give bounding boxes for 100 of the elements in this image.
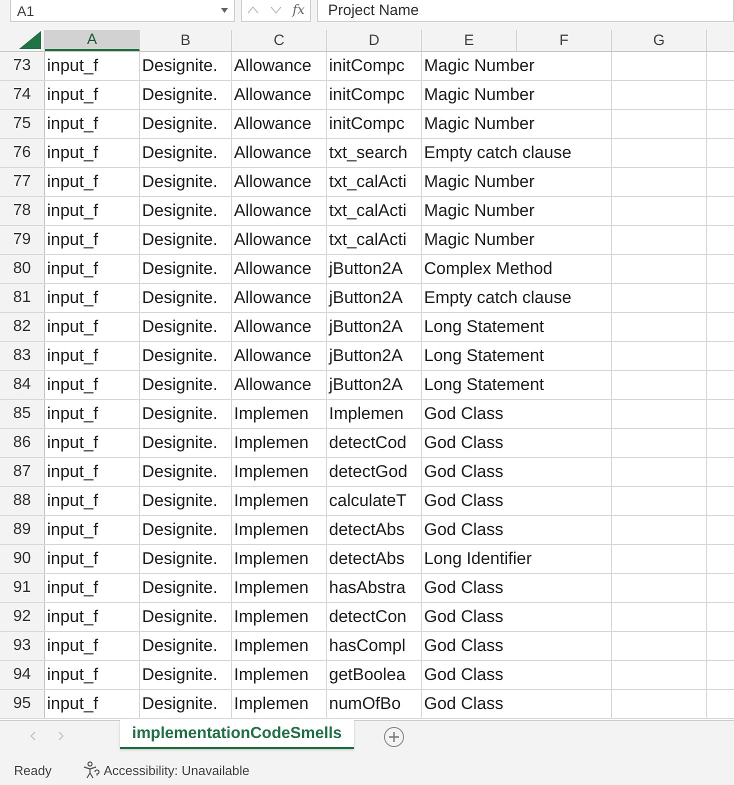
sheet-tab[interactable]: implementationCodeSmells	[120, 720, 354, 749]
row-header[interactable]: 73	[0, 52, 45, 80]
table-cell: Designite.	[142, 549, 218, 569]
table-cell: Designite.	[142, 172, 218, 192]
table-cell: Allowance	[234, 230, 312, 250]
table-cell: God Class	[424, 665, 504, 685]
table-cell: Designite.	[142, 143, 218, 163]
table-cell: detectAbs	[329, 549, 405, 569]
cell-reference: A1	[17, 3, 34, 19]
table-cell: calculateT	[329, 491, 406, 511]
row-header[interactable]: 84	[0, 371, 45, 399]
table-cell: God Class	[424, 433, 504, 453]
table-cell: God Class	[424, 694, 504, 714]
table-cell: Designite.	[142, 491, 218, 511]
table-cell: input_f	[47, 607, 98, 627]
name-box[interactable]: A1	[10, 0, 235, 22]
column-header[interactable]: A	[45, 30, 140, 51]
table-cell: Allowance	[234, 114, 312, 134]
table-cell: Allowance	[234, 288, 312, 308]
table-cell: txt_calActi	[329, 201, 406, 221]
row-header[interactable]: 95	[0, 690, 45, 718]
table-cell: Designite.	[142, 201, 218, 221]
row-header[interactable]: 91	[0, 574, 45, 602]
row-header[interactable]: 76	[0, 139, 45, 167]
table-cell: Allowance	[234, 172, 312, 192]
table-cell: Designite.	[142, 317, 218, 337]
row-header[interactable]: 86	[0, 429, 45, 457]
table-cell: input_f	[47, 288, 98, 308]
table-cell: detectAbs	[329, 520, 405, 540]
table-cell: God Class	[424, 491, 504, 511]
table-cell: God Class	[424, 404, 504, 424]
row-header[interactable]: 93	[0, 632, 45, 660]
table-cell: Allowance	[234, 259, 312, 279]
table-cell: jButton2A	[329, 259, 403, 279]
table-cell: input_f	[47, 375, 98, 395]
table-cell: Allowance	[234, 143, 312, 163]
formula-field[interactable]: Project Name	[317, 0, 734, 22]
previous-sheet-icon[interactable]	[30, 731, 36, 741]
table-cell: Long Statement	[424, 375, 544, 395]
row-header[interactable]: 83	[0, 342, 45, 370]
row-header[interactable]: 77	[0, 168, 45, 196]
table-cell: God Class	[424, 462, 504, 482]
table-cell: initCompc	[329, 56, 405, 76]
table-cell: detectGod	[329, 462, 408, 482]
row-header[interactable]: 90	[0, 545, 45, 573]
table-cell: Implemen	[234, 665, 309, 685]
row-header[interactable]: 85	[0, 400, 45, 428]
table-cell: input_f	[47, 230, 98, 250]
table-cell: hasAbstra	[329, 578, 406, 598]
table-cell: hasCompl	[329, 636, 406, 656]
table-cell: input_f	[47, 694, 98, 714]
table-cell: Allowance	[234, 375, 312, 395]
table-cell: Allowance	[234, 201, 312, 221]
table-cell: Designite.	[142, 578, 218, 598]
row-header[interactable]: 82	[0, 313, 45, 341]
table-cell: Allowance	[234, 317, 312, 337]
table-cell: initCompc	[329, 85, 405, 105]
row-header[interactable]: 78	[0, 197, 45, 225]
cancel-icon[interactable]	[247, 6, 260, 14]
table-cell: Magic Number	[424, 172, 535, 192]
table-cell: detectCon	[329, 607, 406, 627]
table-cell: Designite.	[142, 114, 218, 134]
table-cell: Designite.	[142, 520, 218, 540]
table-cell: input_f	[47, 201, 98, 221]
table-cell: Designite.	[142, 665, 218, 685]
row-header[interactable]: 87	[0, 458, 45, 486]
row-header[interactable]: 80	[0, 255, 45, 283]
table-cell: Empty catch clause	[424, 288, 572, 308]
accessibility-icon[interactable]	[82, 761, 100, 779]
table-cell: Implemen	[234, 636, 309, 656]
row-header[interactable]: 89	[0, 516, 45, 544]
select-all-icon[interactable]	[19, 31, 41, 49]
row-header[interactable]: 94	[0, 661, 45, 689]
table-cell: jButton2A	[329, 288, 403, 308]
plus-icon	[388, 732, 399, 742]
row-header[interactable]: 88	[0, 487, 45, 515]
table-cell: Implemen	[234, 462, 309, 482]
table-cell: Long Identifier	[424, 549, 532, 569]
insert-function-button[interactable]: fx	[292, 2, 305, 18]
next-sheet-icon[interactable]	[58, 731, 64, 741]
row-header[interactable]: 79	[0, 226, 45, 254]
table-cell: txt_calActi	[329, 230, 406, 250]
row-header[interactable]: 92	[0, 603, 45, 631]
table-cell: Implemen	[329, 404, 404, 424]
table-cell: Implemen	[234, 433, 309, 453]
table-cell: God Class	[424, 578, 504, 598]
table-cell: input_f	[47, 259, 98, 279]
table-cell: input_f	[47, 172, 98, 192]
table-cell: jButton2A	[329, 375, 403, 395]
table-cell: input_f	[47, 578, 98, 598]
table-cell: Designite.	[142, 433, 218, 453]
add-sheet-button[interactable]	[384, 727, 404, 747]
table-cell: Magic Number	[424, 56, 535, 76]
row-header[interactable]: 75	[0, 110, 45, 138]
row-header[interactable]: 74	[0, 81, 45, 109]
row-header[interactable]: 81	[0, 284, 45, 312]
table-cell: Designite.	[142, 288, 218, 308]
enter-icon[interactable]	[270, 6, 282, 14]
table-cell: Designite.	[142, 259, 218, 279]
accessibility-status[interactable]: Accessibility: Unavailable	[104, 762, 250, 778]
